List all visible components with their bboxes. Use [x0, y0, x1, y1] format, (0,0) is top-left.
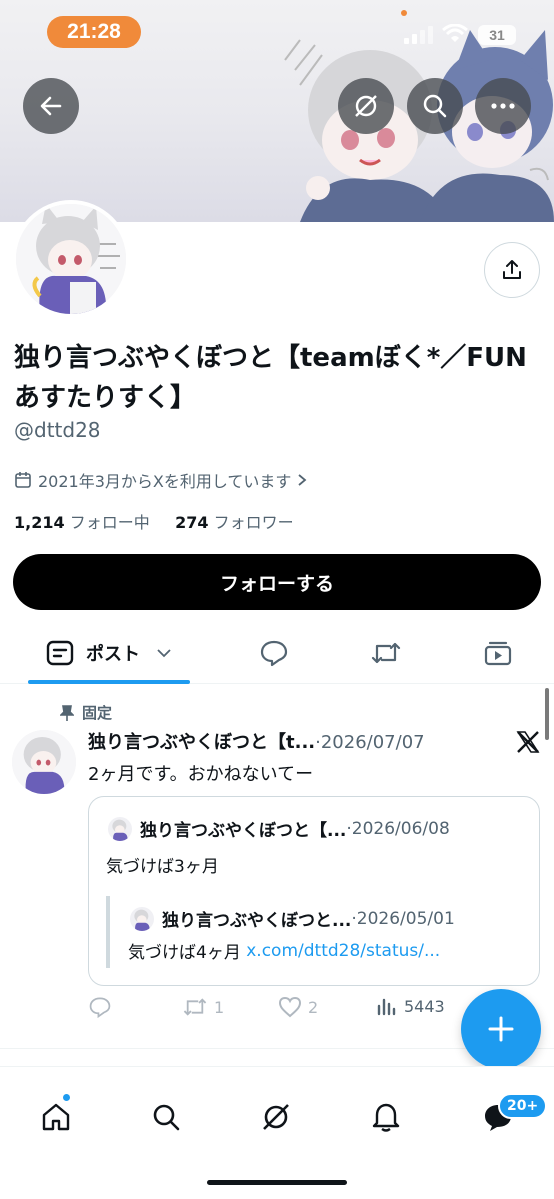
reply-icon	[260, 640, 288, 667]
profile-avatar[interactable]	[12, 200, 130, 318]
joined-date-text: 2021年3月からXを利用しています	[38, 472, 292, 491]
back-button[interactable]	[23, 78, 79, 134]
pinned-indicator: 固定	[60, 702, 112, 723]
privacy-indicator	[401, 10, 407, 16]
home-indicator[interactable]	[207, 1180, 347, 1185]
repost-icon	[371, 642, 401, 664]
like-action[interactable]: 2	[278, 996, 318, 1018]
views-action[interactable]: 5443	[376, 996, 445, 1016]
followers-stat[interactable]: 274 フォロワー	[175, 513, 294, 532]
repost-count: 1	[214, 997, 225, 1017]
posts-icon	[46, 640, 74, 666]
grok-icon	[263, 1104, 289, 1130]
chevron-down-icon[interactable]	[156, 648, 172, 658]
home-unread-dot	[62, 1093, 71, 1102]
messages-badge: 20+	[498, 1093, 548, 1119]
search-button[interactable]	[407, 78, 463, 134]
followers-label: フォロワー	[213, 513, 294, 532]
nested-quote-bar	[106, 896, 110, 968]
quoted-date: ·2026/06/08	[346, 818, 450, 839]
tab-posts-label: ポスト	[86, 644, 140, 665]
search-icon	[153, 1104, 180, 1131]
followers-count: 274	[175, 513, 209, 532]
profile-handle: @dttd28	[14, 418, 101, 442]
share-profile-button[interactable]	[484, 242, 540, 298]
joined-date-row[interactable]: 2021年3月からXを利用しています	[14, 468, 307, 492]
tab-reposts[interactable]	[366, 622, 406, 684]
following-label: フォロー中	[69, 513, 150, 532]
heart-icon	[278, 996, 302, 1018]
nav-search[interactable]	[146, 1097, 186, 1137]
quoted-post-header: 独り言つぶやくぼつと【... ·2026/06/08	[108, 816, 450, 841]
tab-media[interactable]	[478, 622, 518, 684]
wifi-icon	[442, 24, 468, 42]
more-icon	[491, 103, 515, 109]
following-count: 1,214	[14, 513, 65, 532]
scrollbar[interactable]	[545, 688, 549, 740]
active-tab-indicator	[28, 680, 190, 684]
x-logo-icon	[516, 731, 540, 753]
tab-posts[interactable]: ポスト	[28, 622, 190, 684]
share-icon	[503, 260, 521, 279]
signal-icon	[404, 26, 433, 44]
follow-button[interactable]: フォローする	[13, 554, 541, 610]
follow-stats: 1,214 フォロー中 274 フォロワー	[14, 509, 294, 533]
battery-indicator: 31	[478, 25, 516, 45]
search-icon	[423, 94, 447, 118]
chevron-right-icon	[298, 474, 307, 486]
repost-action[interactable]: 1	[182, 996, 224, 1018]
nested-author-avatar	[130, 906, 154, 931]
post-author-avatar[interactable]	[12, 730, 76, 794]
back-arrow-icon	[40, 96, 62, 116]
plus-icon	[488, 1016, 514, 1042]
post-author-name[interactable]: 独り言つぶやくぼつと【t...	[88, 732, 315, 753]
nested-quote-header: 独り言つぶやくぼつと... ·2026/05/01	[130, 906, 455, 931]
nested-quote-text: 気づけば4ヶ月	[128, 943, 241, 963]
compose-button[interactable]	[461, 989, 541, 1069]
views-icon	[377, 998, 396, 1016]
nested-quote-text-row: 気づけば4ヶ月 x.com/dttd28/status/...	[128, 938, 440, 964]
bell-icon	[372, 1103, 400, 1132]
nav-notifications[interactable]	[366, 1097, 406, 1137]
following-stat[interactable]: 1,214 フォロー中	[14, 513, 150, 532]
calendar-icon	[15, 472, 31, 488]
view-count: 5443	[404, 996, 445, 1016]
status-time: 21:28	[47, 16, 141, 48]
post-avatar-image	[12, 730, 76, 794]
profile-tabs: ポスト	[0, 622, 554, 684]
reply-icon	[89, 997, 111, 1018]
video-icon	[484, 641, 512, 666]
nested-quote-link[interactable]: x.com/dttd28/status/...	[246, 941, 440, 961]
quoted-author-name: 独り言つぶやくぼつと【...	[140, 821, 347, 841]
profile-display-name: 独り言つぶやくぼつと【teamぼく*／FUNあすたりすく】	[14, 343, 527, 413]
status-bar: 21:28 31	[0, 0, 554, 64]
quoted-author-avatar	[108, 816, 132, 841]
pinned-label: 固定	[82, 704, 113, 722]
post-text: 2ヶ月です。おかねないてー	[88, 764, 314, 785]
nav-grok[interactable]	[256, 1097, 296, 1137]
post-date[interactable]: ·2026/07/07	[315, 732, 424, 753]
nested-date: ·2026/05/01	[351, 908, 455, 929]
quoted-post-text: 気づけば3ヶ月	[106, 857, 219, 877]
nav-home[interactable]	[36, 1097, 76, 1137]
pin-icon	[60, 704, 74, 721]
post-header: 独り言つぶやくぼつと【t...·2026/07/07	[88, 728, 425, 754]
like-count: 2	[308, 997, 319, 1017]
grok-button[interactable]	[338, 78, 394, 134]
tab-replies[interactable]	[254, 622, 294, 684]
repost-icon	[183, 998, 207, 1016]
bottom-navigation	[0, 1066, 554, 1166]
home-icon	[42, 1103, 70, 1131]
more-button[interactable]	[475, 78, 531, 134]
nested-author-name: 独り言つぶやくぼつと...	[162, 911, 352, 931]
reply-action[interactable]	[88, 996, 112, 1018]
avatar-image	[16, 204, 126, 314]
grok-icon	[355, 95, 377, 117]
